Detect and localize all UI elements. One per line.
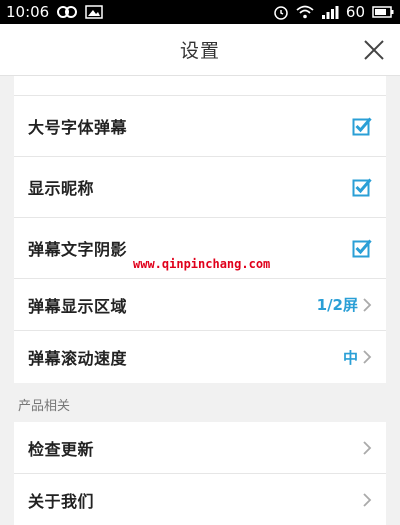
chevron-right-icon [363, 350, 372, 364]
image-icon [85, 5, 103, 19]
setting-label: 大号字体弹幕 [28, 118, 128, 137]
checkbox-checked-icon[interactable] [352, 238, 372, 258]
setting-value: 1/2屏 [316, 296, 358, 314]
signal-icon [321, 5, 339, 19]
setting-label: 显示昵称 [28, 179, 95, 198]
app-header: 设置 [0, 24, 400, 76]
setting-danmaku-scroll-speed[interactable]: 弹幕滚动速度 中 [14, 331, 386, 383]
close-button[interactable] [360, 36, 388, 64]
setting-label: 关于我们 [28, 491, 95, 511]
chevron-right-icon [363, 492, 372, 507]
battery-level: 60 [345, 3, 365, 21]
setting-show-nickname[interactable]: 显示昵称 [14, 157, 386, 218]
setting-label: 弹幕滚动速度 [28, 349, 128, 368]
alarm-icon [273, 4, 289, 20]
status-time: 10:06 [6, 3, 50, 21]
setting-label: 检查更新 [28, 439, 95, 459]
setting-large-font-danmaku[interactable]: 大号字体弹幕 [14, 96, 386, 157]
card-top-divider [14, 76, 386, 96]
wifi-icon [296, 5, 314, 19]
checkbox-checked-icon[interactable] [352, 116, 372, 136]
setting-about-us[interactable]: 关于我们 [14, 474, 386, 525]
setting-label: 弹幕显示区域 [28, 296, 128, 316]
section-header-product: 产品相关 [18, 399, 71, 414]
close-icon [364, 40, 384, 60]
setting-check-update[interactable]: 检查更新 [14, 422, 386, 474]
battery-icon [372, 6, 394, 18]
infinity-icon [57, 5, 78, 19]
chevron-right-icon [363, 297, 372, 312]
setting-danmaku-display-area[interactable]: 弹幕显示区域 1/2屏 [14, 279, 386, 331]
checkbox-checked-icon[interactable] [352, 177, 372, 197]
danmaku-settings-card: 大号字体弹幕 显示昵称 弹幕文字阴影 弹幕显示区域 1/2屏 弹幕滚动速度 中 [14, 76, 386, 383]
page-title: 设置 [179, 40, 220, 62]
status-bar: 10:06 60 [0, 0, 400, 24]
product-settings-card: 检查更新 关于我们 [14, 422, 386, 525]
setting-label: 弹幕文字阴影 [28, 240, 128, 259]
setting-value: 中 [342, 348, 358, 367]
chevron-right-icon [363, 440, 372, 455]
watermark-text: www.qinpinchang.com [133, 257, 271, 271]
